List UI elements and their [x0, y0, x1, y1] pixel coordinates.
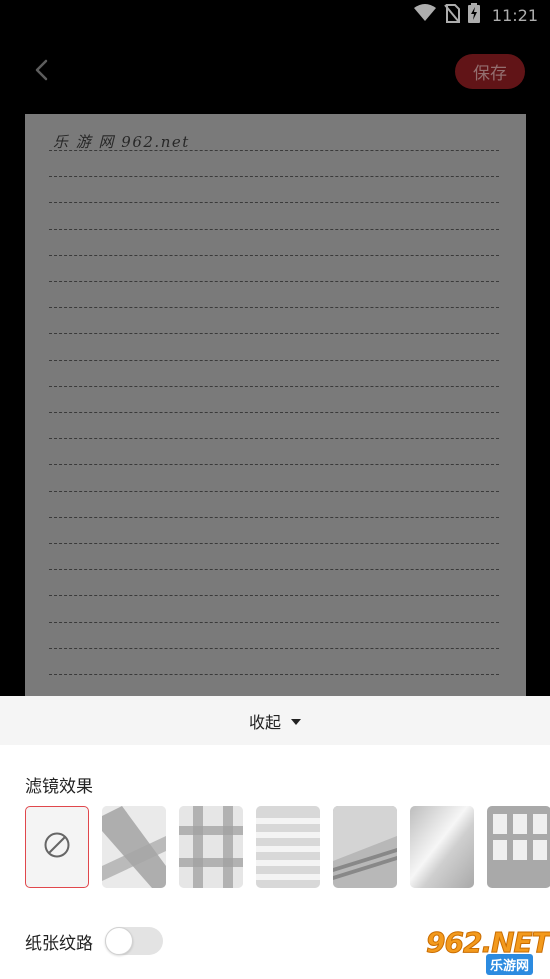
ruled-line: [49, 674, 499, 675]
paper-texture-toggle[interactable]: [105, 927, 163, 955]
ruled-line: [49, 516, 499, 518]
ruled-line: [49, 438, 499, 440]
ruled-line: [49, 176, 499, 178]
ruled-line: [49, 150, 499, 151]
filter-shadow-grid-thumb: [487, 806, 550, 888]
paper-preview[interactable]: 乐 游 网 962.net: [25, 114, 526, 696]
filter-gradient-light[interactable]: [410, 806, 474, 888]
preview-area: 乐 游 网 962.net: [0, 0, 550, 696]
ruled-line: [49, 647, 499, 649]
ruled-line: [49, 543, 499, 544]
filter-shadow-diagonal[interactable]: [333, 806, 397, 888]
collapse-button[interactable]: 收起: [0, 696, 550, 745]
ruled-line: [49, 621, 499, 623]
filter-none[interactable]: [25, 806, 89, 888]
ruled-line: [49, 359, 499, 361]
paper-texture-row: 纸张纹路: [25, 926, 163, 956]
ruled-line: [49, 254, 499, 256]
ruled-line: [49, 412, 499, 413]
paper-texture-label: 纸张纹路: [25, 933, 93, 954]
ruled-line: [49, 333, 499, 335]
filter-shadow-blinds-thumb: [256, 806, 320, 888]
filter-shadow-cross-thumb: [102, 806, 166, 888]
filters-title: 滤镜效果: [25, 777, 93, 797]
handwriting-text: 乐 游 网 962.net: [53, 133, 190, 151]
filter-shadow-window-thumb: [179, 806, 243, 888]
watermark-sub: 乐游网: [486, 954, 534, 975]
ruled-line: [49, 490, 499, 492]
filter-shadow-diagonal-thumb: [333, 806, 397, 888]
ruled-line: [49, 307, 499, 309]
ruled-line: [49, 569, 499, 571]
filter-gradient-light-thumb: [410, 806, 474, 888]
ruled-line: [49, 385, 499, 387]
watermark-logo: 962.NET 乐游网: [416, 924, 550, 975]
ban-icon: [43, 831, 71, 863]
filter-shadow-cross[interactable]: [102, 806, 166, 888]
filter-shadow-window[interactable]: [179, 806, 243, 888]
collapse-label: 收起: [248, 712, 281, 732]
ruled-line: [49, 202, 499, 204]
filter-list: [25, 806, 550, 888]
ruled-line: [49, 281, 499, 282]
caret-down-icon: [291, 718, 301, 725]
ruled-line: [49, 228, 499, 230]
filter-shadow-grid[interactable]: [487, 806, 550, 888]
filter-shadow-blinds[interactable]: [256, 806, 320, 888]
ruled-line: [49, 595, 499, 597]
ruled-line: [49, 464, 499, 466]
toggle-knob: [105, 927, 133, 955]
